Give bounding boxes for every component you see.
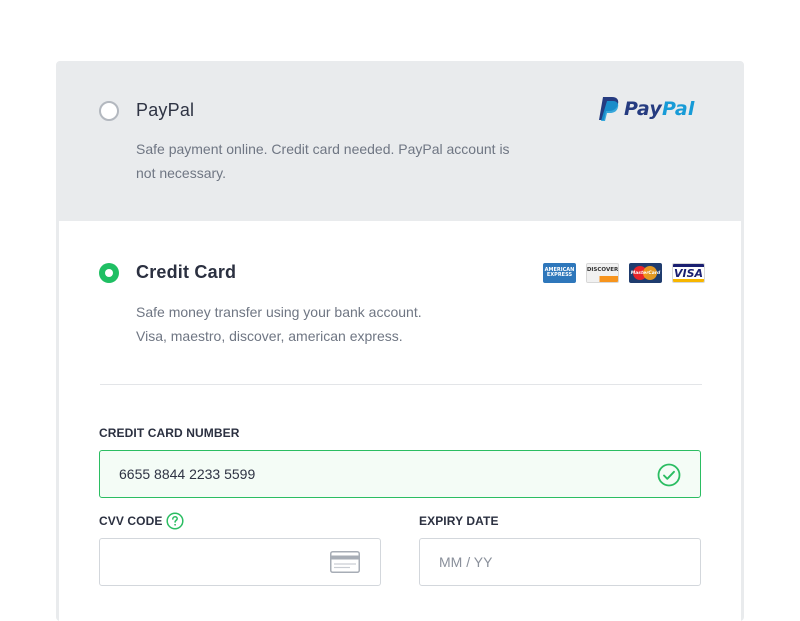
card-back-icon: [330, 551, 360, 573]
paypal-radio[interactable]: [99, 101, 119, 121]
expiry-date-input[interactable]: MM / YY: [419, 538, 701, 586]
card-number-label: CREDIT CARD NUMBER: [99, 426, 240, 440]
credit-card-option-title: Credit Card: [136, 262, 237, 282]
cvv-label: CVV CODE: [99, 514, 163, 528]
paypal-option[interactable]: PayPal Safe payment online. Credit card …: [58, 63, 742, 221]
visa-logo-text: VISA: [673, 266, 704, 280]
card-number-value: 6655 8844 2233 5599: [119, 466, 256, 482]
credit-card-option-description: Safe money transfer using your bank acco…: [136, 300, 422, 348]
card-number-input[interactable]: 6655 8844 2233 5599: [99, 450, 701, 498]
mastercard-logo-text: MasterCard: [630, 270, 661, 276]
credit-card-description-line-1: Safe money transfer using your bank acco…: [136, 304, 422, 320]
paypal-option-title: PayPal: [136, 100, 195, 120]
expiry-date-label: EXPIRY DATE: [419, 514, 499, 528]
expiry-date-placeholder: MM / YY: [439, 554, 493, 570]
credit-card-description-line-2: Visa, maestro, discover, american expres…: [136, 328, 403, 344]
paypal-p-icon: [599, 97, 619, 121]
discover-logo-text: DISCOVER: [586, 267, 619, 273]
paypal-option-description: Safe payment online. Credit card needed.…: [136, 137, 510, 185]
paypal-logo-pal: Pal: [661, 98, 695, 120]
payment-method-panel: PayPal Safe payment online. Credit card …: [56, 61, 744, 621]
check-circle-icon: [657, 463, 681, 487]
amex-logo: AMERICAN EXPRESS: [543, 263, 576, 283]
amex-logo-line-2: EXPRESS: [546, 272, 573, 278]
paypal-description-line-2: not necessary.: [136, 165, 227, 181]
paypal-description-line-1: Safe payment online. Credit card needed.…: [136, 141, 510, 157]
visa-logo: VISA: [672, 263, 705, 283]
card-logos: AMERICAN EXPRESS DISCOVER MasterCard VIS…: [543, 263, 705, 283]
paypal-logo: PayPal: [598, 95, 695, 123]
mastercard-logo: MasterCard: [629, 263, 662, 283]
credit-card-radio[interactable]: [99, 263, 119, 283]
paypal-logo-pay: Pay: [624, 98, 662, 120]
help-icon[interactable]: [166, 512, 184, 530]
discover-logo: DISCOVER: [586, 263, 619, 283]
cvv-input[interactable]: [99, 538, 381, 586]
section-divider: [100, 384, 702, 385]
credit-card-option: Credit Card AMERICAN EXPRESS DISCOVER Ma…: [59, 221, 741, 621]
